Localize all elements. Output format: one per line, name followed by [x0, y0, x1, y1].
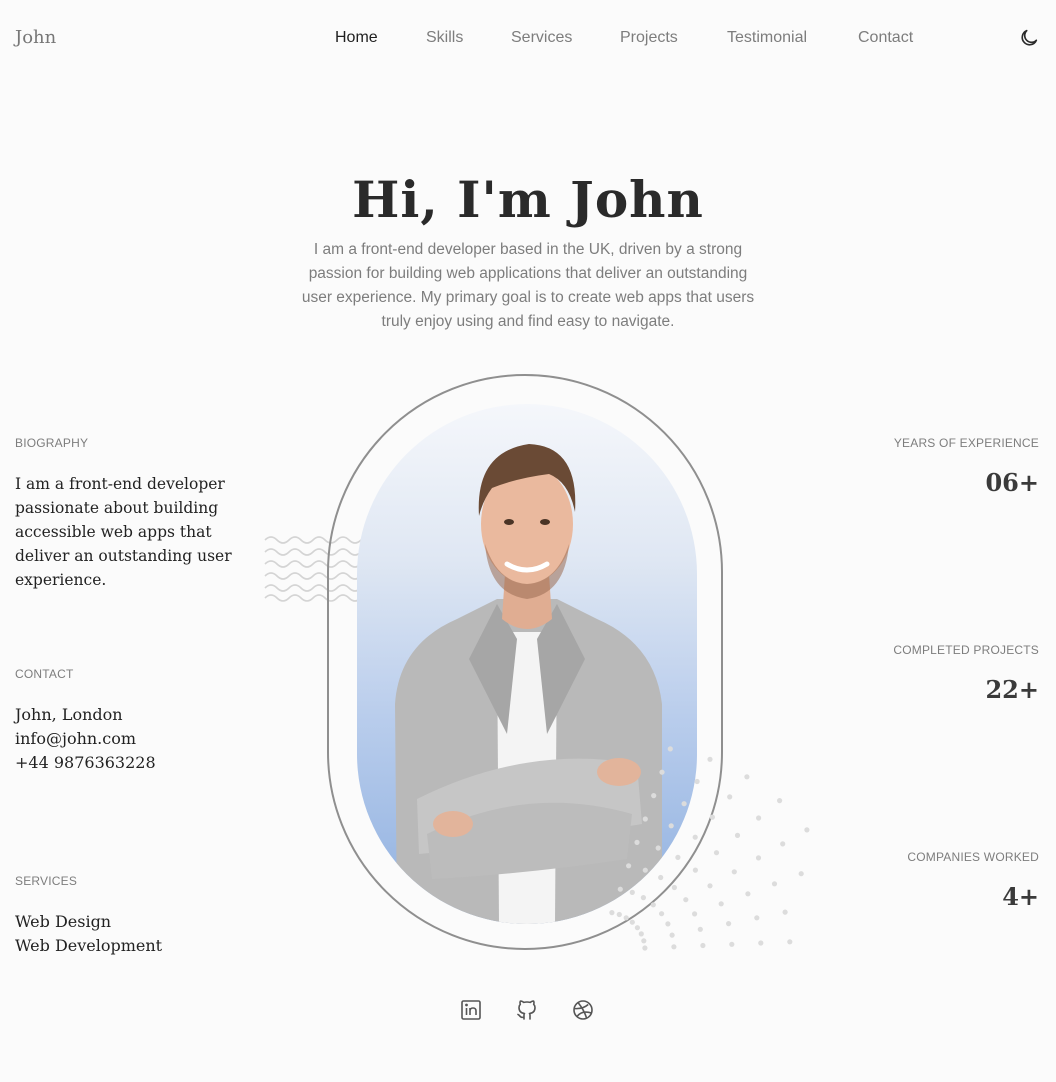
decor-dot [731, 869, 737, 875]
decor-dot [697, 926, 703, 932]
contact-section: CONTACT John, London info@john.com +44 9… [15, 667, 265, 775]
stat-years: YEARS OF EXPERIENCE 06+ [789, 436, 1039, 497]
stat-value: 06+ [985, 468, 1039, 497]
stat-label: COMPLETED PROJECTS [893, 643, 1039, 657]
stat-label: YEARS OF EXPERIENCE [893, 436, 1039, 450]
decor-dot [617, 886, 623, 892]
contact-email[interactable]: info@john.com [15, 727, 265, 751]
decor-dot [692, 911, 698, 917]
decor-dot [729, 941, 735, 947]
decor-dot [634, 839, 640, 845]
decor-dot [787, 939, 793, 945]
dribbble-icon [573, 1000, 593, 1020]
decor-dot [692, 867, 698, 873]
decor-dot [681, 801, 687, 807]
decor-dot [658, 874, 664, 881]
decor-dot [700, 942, 706, 949]
stat-label: COMPANIES WORKED [907, 850, 1039, 864]
contact-label: CONTACT [15, 667, 74, 681]
decor-dot [804, 827, 810, 833]
stat-value: 4+ [1002, 882, 1039, 911]
biography-text: I am a front-end developer passionate ab… [15, 475, 232, 589]
decor-dot [669, 932, 675, 938]
decor-dot [650, 902, 656, 908]
contact-name: John, London [15, 705, 123, 724]
decor-dot [777, 798, 783, 804]
contact-details: John, London info@john.com +44 987636322… [15, 703, 265, 775]
decor-dot [629, 919, 635, 925]
nav-home[interactable]: Home [335, 29, 378, 47]
decor-dot [675, 854, 681, 860]
decor-dot [640, 895, 646, 901]
decor-dot [758, 940, 764, 946]
decor-dot [651, 793, 657, 799]
stat-projects: COMPLETED PROJECTS 22+ [789, 643, 1039, 704]
decor-dot [671, 884, 677, 891]
decor-dot [771, 881, 778, 887]
service-item: Web Development [15, 936, 163, 955]
hero-title: Hi, I'm John [352, 170, 704, 229]
decor-dot [718, 901, 724, 907]
dot-decoration [609, 746, 810, 951]
service-item: Web Design [15, 912, 112, 931]
decor-dot [616, 911, 622, 918]
nav-projects[interactable]: Projects [620, 29, 678, 47]
decor-dot [642, 867, 648, 873]
linkedin-link[interactable] [459, 998, 483, 1022]
decor-dot [734, 832, 741, 838]
decor-dot [642, 945, 648, 951]
decor-dot [727, 794, 733, 800]
decor-dot [755, 855, 762, 861]
decor-dot [782, 909, 788, 915]
decor-dot [683, 897, 689, 903]
contact-phone[interactable]: +44 9876363228 [15, 751, 265, 775]
decor-dot [659, 769, 665, 775]
nav-services[interactable]: Services [511, 29, 572, 47]
biography-label: BIOGRAPHY [15, 436, 89, 450]
services-section: SERVICES Web Design Web Development [15, 874, 265, 958]
nav-skills[interactable]: Skills [426, 29, 463, 47]
hero-description: I am a front-end developer based in the … [301, 241, 755, 330]
decor-dot [665, 921, 671, 927]
moon-icon [1021, 29, 1038, 46]
decor-dot [726, 921, 732, 927]
nav-testimonial[interactable]: Testimonial [727, 29, 807, 47]
stat-value: 22+ [985, 675, 1039, 704]
github-link[interactable] [515, 998, 539, 1022]
decor-dot [667, 746, 673, 752]
decor-dot [707, 883, 713, 889]
decor-dot [713, 850, 720, 856]
nav-contact[interactable]: Contact [858, 29, 913, 47]
decor-dot [744, 774, 750, 780]
decor-dot [709, 814, 715, 820]
decor-dot [638, 931, 644, 937]
decor-dot [707, 756, 713, 762]
decor-dot [671, 944, 677, 950]
decor-dot [668, 823, 674, 829]
linkedin-icon [461, 1000, 481, 1020]
dribbble-link[interactable] [571, 998, 595, 1022]
github-icon [517, 1000, 536, 1020]
decor-dot [694, 778, 700, 785]
decor-dot [609, 910, 615, 916]
decor-dot [641, 938, 647, 944]
biography-section: BIOGRAPHY I am a front-end developer pas… [15, 436, 265, 592]
decor-dot [692, 834, 698, 840]
decor-dot [642, 816, 648, 822]
decor-dot [655, 845, 661, 851]
decor-dot [745, 891, 751, 897]
services-list: Web Design Web Development [15, 910, 265, 958]
theme-toggle-button[interactable] [1018, 27, 1040, 49]
decor-dot [659, 911, 665, 917]
decor-dot [626, 863, 632, 869]
stat-companies: COMPANIES WORKED 4+ [789, 850, 1039, 911]
services-label: SERVICES [15, 874, 78, 888]
decor-dot [756, 815, 762, 821]
decor-dot [629, 889, 635, 895]
decor-dot [623, 915, 629, 921]
decor-dot [780, 841, 786, 847]
main-nav: Home Skills Services Projects Testimonia… [0, 29, 1056, 49]
decor-dot [634, 925, 640, 931]
decor-dot [754, 915, 760, 921]
